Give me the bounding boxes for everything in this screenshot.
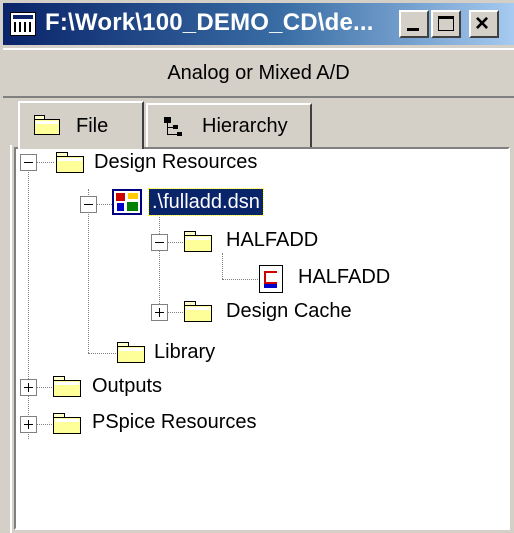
project-tree[interactable]: Design Resources .\fulladd.dsn HALFADD H…	[14, 147, 510, 530]
tab-file-label: File	[76, 115, 109, 137]
tree-line	[222, 253, 223, 279]
window-title: F:\Work\100_DEMO_CD\de...	[45, 9, 374, 36]
tree-line	[28, 163, 29, 439]
collapse-toggle[interactable]	[20, 154, 37, 171]
folder-icon	[117, 342, 145, 363]
project-type-label: Analog or Mixed A/D	[167, 62, 350, 84]
maximize-button[interactable]	[431, 10, 461, 38]
expand-toggle[interactable]	[20, 416, 37, 433]
title-bar[interactable]: F:\Work\100_DEMO_CD\de... ×	[3, 3, 514, 45]
app-icon[interactable]	[10, 12, 36, 36]
design-file-icon	[112, 189, 142, 215]
tab-hierarchy-label: Hierarchy	[202, 115, 288, 137]
tree-item-pspice-resources[interactable]: PSpice Resources	[92, 409, 257, 435]
collapse-toggle[interactable]	[151, 234, 168, 251]
tree-item-halfadd-folder[interactable]: HALFADD	[226, 227, 318, 253]
minimize-button[interactable]	[399, 10, 429, 38]
expand-toggle[interactable]	[20, 379, 37, 396]
expand-toggle[interactable]	[151, 304, 168, 321]
minimize-icon	[407, 28, 419, 31]
tree-item-design-resources[interactable]: Design Resources	[94, 149, 257, 175]
tree-item-library[interactable]: Library	[154, 339, 215, 365]
tree-item-halfadd-page[interactable]: HALFADD	[298, 264, 390, 290]
folder-icon	[184, 301, 212, 322]
tree-line	[222, 279, 258, 280]
maximize-icon	[438, 16, 454, 31]
tree-line	[36, 162, 54, 163]
collapse-toggle[interactable]	[80, 196, 97, 213]
tree-line	[167, 312, 183, 313]
tree-line	[36, 424, 52, 425]
folder-icon	[53, 376, 81, 397]
tree-item-design-cache[interactable]: Design Cache	[226, 298, 352, 324]
tree-line	[167, 242, 183, 243]
tree-item-fulladd-dsn[interactable]: .\fulladd.dsn	[148, 188, 264, 216]
tree-item-outputs[interactable]: Outputs	[92, 373, 162, 399]
close-button[interactable]: ×	[469, 10, 499, 38]
hierarchy-icon	[162, 115, 186, 139]
project-type-bar: Analog or Mixed A/D	[3, 48, 514, 98]
tree-line	[159, 215, 160, 312]
tree-line	[88, 189, 89, 353]
tab-hierarchy[interactable]: Hierarchy	[146, 103, 312, 147]
tree-line	[96, 204, 112, 205]
tree-line	[88, 353, 116, 354]
tab-file[interactable]: File	[18, 101, 144, 149]
close-icon: ×	[475, 10, 490, 37]
tree-line	[36, 387, 52, 388]
folder-icon	[34, 115, 60, 135]
folder-icon	[53, 413, 81, 434]
open-folder-icon	[184, 231, 212, 252]
schematic-page-icon	[259, 265, 283, 293]
folder-icon	[56, 152, 84, 173]
project-manager-window: F:\Work\100_DEMO_CD\de... × Analog or Mi…	[0, 0, 514, 533]
